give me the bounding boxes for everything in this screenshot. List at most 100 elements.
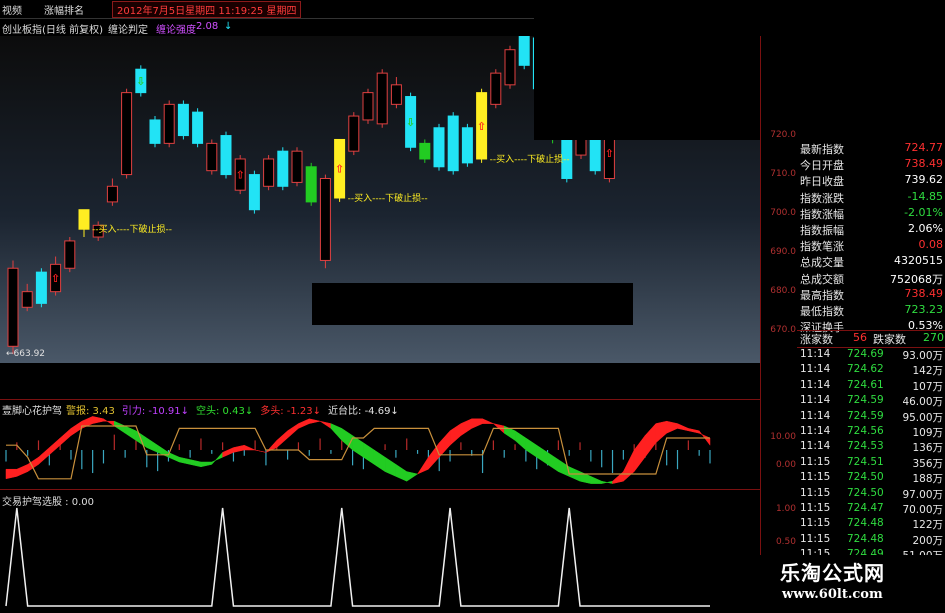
candle-body <box>589 135 601 172</box>
price-tick-label: 700.0 <box>770 207 796 218</box>
tab-rank[interactable]: 涨幅排名 <box>44 2 84 17</box>
tick-price: 724.56 <box>847 425 884 437</box>
indicator-2-title: 交易护驾选股 <box>2 497 62 508</box>
bull-ribbon <box>428 442 440 470</box>
price-tick-label: 690.0 <box>770 246 796 257</box>
tick-volume: 142万 <box>912 365 943 378</box>
tick-time: 11:15 <box>800 532 831 545</box>
indicator-1-tick-label: 0.00 <box>775 460 796 470</box>
bear-ribbon <box>373 449 386 473</box>
quote-label: 最新指数 <box>800 143 844 156</box>
candle-body <box>390 84 402 105</box>
quote-label: 最低指数 <box>800 305 844 318</box>
bull-ribbon <box>287 423 299 439</box>
tick-time: 11:15 <box>800 455 831 468</box>
tab-video[interactable]: 视频 <box>2 2 22 17</box>
tick-price: 724.47 <box>847 502 884 514</box>
tick-price: 724.50 <box>847 486 884 499</box>
indicator-1-legend-item: 多头: -1.23↓ <box>260 406 322 417</box>
tick-time: 11:15 <box>800 517 831 530</box>
candle-body <box>121 92 133 176</box>
tick-price: 724.59 <box>847 409 884 422</box>
bear-ribbon <box>352 435 364 458</box>
candle-body <box>35 271 47 304</box>
tick-time: 11:14 <box>800 409 831 422</box>
tick-price: 724.62 <box>847 363 884 376</box>
tick-volume: 200万 <box>912 534 943 547</box>
price-tick-label: 670.0 <box>770 324 796 335</box>
bull-ribbon <box>16 464 28 477</box>
buy-arrow-icon: ⇧ <box>335 163 344 176</box>
signal-line <box>5 507 710 607</box>
price-tick-label: 720.0 <box>770 129 796 140</box>
bull-ribbon <box>265 439 278 453</box>
candle-body <box>376 72 388 125</box>
bear-ribbon <box>211 451 223 466</box>
tick-row: 11:15 724.48 200万 <box>797 533 945 548</box>
sell-arrow-icon: ⇩ <box>136 75 145 88</box>
candle-body <box>220 135 232 176</box>
instrument-title: 创业板指(日线 前复权) <box>2 25 103 36</box>
quote-value: 2.06% <box>908 222 943 235</box>
bull-ribbon <box>49 437 61 456</box>
buy-arrow-icon: ⇧ <box>236 169 245 182</box>
quote-panel: 最新指数 724.77 今日开盘 738.49 昨日收盘 739.62 指数涨跌 -14.85… <box>797 140 945 609</box>
bear-ribbon <box>601 480 613 484</box>
datetime-display: 2012年7月5日星期四 11:19:25 星期四 <box>112 1 302 18</box>
indicator-panel-1[interactable]: 壹脚心花护驾 警报: 3.43 引力: -10.91↓ 空头: 0.43↓ 多头: -1… <box>0 399 760 490</box>
tick-time: 11:14 <box>800 440 831 453</box>
indicator-2-chart <box>5 507 710 607</box>
sell-arrow-icon: ⇩ <box>307 178 316 191</box>
sell-arrow-icon: ⇩ <box>406 116 415 129</box>
tick-time: 11:14 <box>800 378 831 391</box>
tick-row: 11:14 724.62 142万 <box>797 363 945 378</box>
bear-ribbon <box>590 476 602 484</box>
indicator-panel-2[interactable]: 交易护驾选股 : 0.00 <box>0 489 760 610</box>
tick-time: 11:15 <box>800 502 831 514</box>
bear-ribbon <box>189 459 202 468</box>
candle-body <box>177 103 189 137</box>
price-tick-label: 680.0 <box>770 285 796 296</box>
bull-ribbon <box>38 447 50 465</box>
buy-arrow-icon: ⇧ <box>51 272 60 285</box>
bear-ribbon <box>384 456 397 477</box>
quote-row: 指数笔涨 0.08 <box>797 238 945 254</box>
bull-ribbon <box>438 430 451 458</box>
strength-down-icon: ↓ <box>224 21 233 32</box>
low-price-marker: ←663.92 <box>6 349 45 359</box>
candle-body <box>149 119 161 144</box>
buy-annotation: --买入----下破止损-- <box>92 223 172 235</box>
tick-price: 724.51 <box>847 455 884 468</box>
bear-ribbon <box>525 437 537 458</box>
breadth-down-label: 跌家数 <box>873 333 906 346</box>
tick-volume: 95.00万 <box>902 411 943 424</box>
bear-ribbon <box>114 420 126 434</box>
quote-value: -14.85 <box>907 189 943 203</box>
blank-overlay-center <box>312 283 633 325</box>
indicator-1-title: 壹脚心花护驾 <box>2 406 62 417</box>
candle-body <box>362 92 374 121</box>
bull-ribbon <box>655 420 667 444</box>
tick-volume: 122万 <box>912 519 943 532</box>
tick-time: 11:15 <box>800 471 831 484</box>
candle-body <box>206 142 218 172</box>
indicator-2-tick-label: 1.00 <box>775 504 796 514</box>
indicator-1-legend-item: 引力: -10.91↓ <box>121 406 189 417</box>
quote-value: 738.49 <box>904 157 944 171</box>
tick-row: 11:14 724.69 93.00万 <box>797 348 945 363</box>
quote-label: 今日开盘 <box>800 159 844 173</box>
bear-ribbon <box>406 471 419 482</box>
tick-price: 724.48 <box>847 532 884 545</box>
bear-ribbon <box>363 442 375 465</box>
quote-row: 总成交量 4320515 <box>797 254 945 270</box>
quote-row: 最低指数 723.23 <box>797 303 945 319</box>
buy-annotation: --买入----下破止损-- <box>348 192 428 204</box>
quote-row: 最高指数 738.49 <box>797 287 945 303</box>
bull-ribbon <box>309 418 321 424</box>
bull-ribbon <box>482 418 494 424</box>
bull-ribbon <box>644 422 657 458</box>
candle-body <box>461 127 473 164</box>
tick-row: 11:15 724.51 356万 <box>797 456 945 471</box>
bear-ribbon <box>179 456 191 465</box>
quote-row: 指数振幅 2.06% <box>797 222 945 238</box>
